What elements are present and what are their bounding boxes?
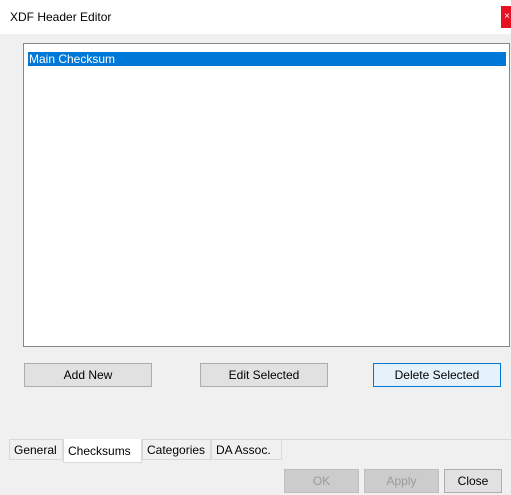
tab-general[interactable]: General	[9, 440, 63, 460]
tab-categories[interactable]: Categories	[142, 440, 211, 460]
title-bar: XDF Header Editor ×	[0, 0, 511, 34]
dialog-button-bar: OK Apply Close	[0, 464, 511, 495]
close-window-button[interactable]: ×	[501, 6, 511, 28]
ok-button[interactable]: OK	[284, 469, 359, 493]
xdf-header-editor-window: XDF Header Editor × Main Checksum Add Ne…	[0, 0, 511, 495]
window-title: XDF Header Editor	[10, 10, 112, 24]
tab-label: Checksums	[68, 444, 131, 458]
edit-selected-button[interactable]: Edit Selected	[200, 363, 328, 387]
list-item-label: Main Checksum	[29, 52, 116, 66]
list-item-main-checksum[interactable]: Main Checksum	[28, 52, 506, 66]
tab-da-assoc[interactable]: DA Assoc.	[211, 440, 282, 460]
apply-button[interactable]: Apply	[364, 469, 439, 493]
delete-selected-button[interactable]: Delete Selected	[373, 363, 501, 387]
tab-label: DA Assoc.	[216, 443, 271, 457]
tab-label: Categories	[147, 443, 206, 457]
tab-checksums[interactable]: Checksums	[63, 439, 142, 463]
add-new-button[interactable]: Add New	[24, 363, 152, 387]
checksum-listbox[interactable]: Main Checksum	[23, 43, 510, 347]
tab-strip: General Checksums Categories DA Assoc.	[9, 438, 511, 464]
tab-label: General	[14, 443, 57, 457]
close-icon: ×	[504, 11, 510, 22]
close-button[interactable]: Close	[444, 469, 502, 493]
checksums-tab-panel: Main Checksum Add New Edit Selected Dele…	[9, 34, 511, 438]
